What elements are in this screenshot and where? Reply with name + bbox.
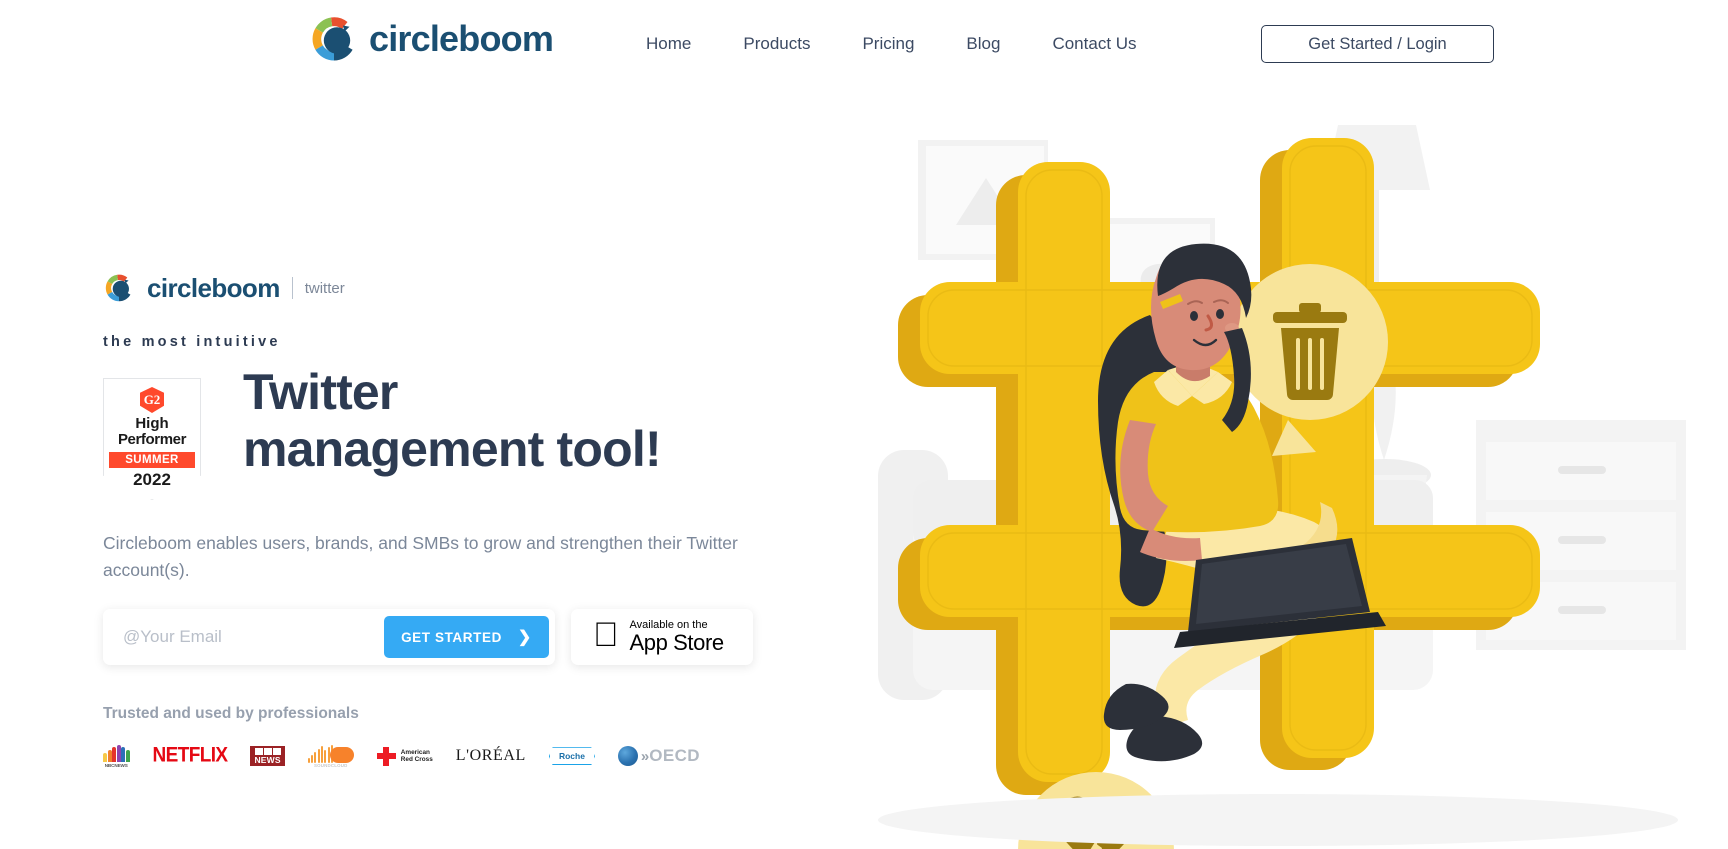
g2-badge-line1: High xyxy=(135,415,169,432)
logo-redcross-caption1: American xyxy=(400,749,430,757)
nav-item-home[interactable]: Home xyxy=(620,26,717,62)
nav-item-products[interactable]: Products xyxy=(717,26,836,62)
hero-illustration xyxy=(858,120,1728,849)
logo-roche-icon: Roche xyxy=(548,747,595,766)
get-started-login-button[interactable]: Get Started / Login xyxy=(1261,25,1494,63)
apple-icon:  xyxy=(593,618,619,652)
logo-soundcloud-icon: SOUNDCLOUD xyxy=(307,744,354,768)
circleboom-logo-icon xyxy=(308,13,360,65)
logo-loreal-icon: L'ORÉAL xyxy=(455,747,526,765)
nav-item-pricing[interactable]: Pricing xyxy=(836,26,940,62)
site-logo-text: circleboom xyxy=(369,18,554,59)
get-started-submit-button[interactable]: GET STARTED ❯ xyxy=(384,616,549,659)
brand-name-text: circleboom xyxy=(147,272,280,303)
oecd-arrows-icon: » xyxy=(640,747,650,765)
logo-oecd-icon: » OECD xyxy=(617,746,700,767)
logo-oecd-caption: OECD xyxy=(649,746,700,766)
g2-logo-icon: G2 xyxy=(140,387,164,413)
trusted-by-title: Trusted and used by professionals xyxy=(103,705,359,723)
signup-form: GET STARTED ❯  Available on the App Sto… xyxy=(103,609,843,666)
headline-line-2: management tool! xyxy=(243,420,662,477)
brand-product-text: twitter xyxy=(304,279,345,297)
logo-nbcnews-icon: NBCNEWS xyxy=(103,744,130,768)
g2-badge-year: 2022 xyxy=(133,469,171,489)
hero-eyebrow: the most intuitive xyxy=(103,334,281,350)
brand-divider xyxy=(291,277,293,299)
logo-bbcnews-icon: NEWS xyxy=(250,745,285,767)
app-store-badge[interactable]:  Available on the App Store xyxy=(571,609,753,666)
g2-high-performer-badge: G2 High Performer SUMMER 2022 xyxy=(103,378,201,500)
get-started-label: GET STARTED xyxy=(401,629,502,645)
app-store-big-text: App Store xyxy=(604,630,725,656)
circleboom-brand-icon xyxy=(103,272,135,304)
product-brand-lockup: circleboom twitter xyxy=(103,270,843,306)
headline-line-1: Twitter xyxy=(243,364,398,420)
site-header: circleboom Home Products Pricing Blog Co… xyxy=(0,0,1728,88)
site-logo[interactable]: circleboom xyxy=(308,13,554,65)
page-title: Twitter management tool! xyxy=(243,364,662,477)
main-navigation: Home Products Pricing Blog Contact Us xyxy=(620,0,1163,88)
g2-badge-season: SUMMER xyxy=(109,451,195,468)
logo-redcross-icon: American Red Cross xyxy=(376,746,433,766)
client-logo-strip: NBCNEWS NETFLIX NEWS SOUNDCLOUD American xyxy=(103,739,843,773)
logo-redcross-caption2: Red Cross xyxy=(400,756,433,764)
email-input-wrapper: GET STARTED ❯ xyxy=(103,609,555,666)
logo-nbcnews-caption: NBCNEWS xyxy=(104,762,128,768)
chevron-right-icon: ❯ xyxy=(517,629,532,647)
hero-description: Circleboom enables users, brands, and SM… xyxy=(103,533,738,580)
oecd-globe-icon xyxy=(617,746,638,767)
email-input[interactable] xyxy=(103,609,373,666)
logo-soundcloud-caption: SOUNDCLOUD xyxy=(314,762,348,768)
logo-netflix-icon: NETFLIX xyxy=(152,743,229,768)
nav-item-blog[interactable]: Blog xyxy=(940,26,1026,62)
logo-bbcnews-caption: NEWS xyxy=(254,754,281,765)
g2-badge-line2: Performer xyxy=(117,430,187,448)
nav-item-contact-us[interactable]: Contact Us xyxy=(1026,26,1162,62)
hero-content: circleboom twitter the most intuitive G2… xyxy=(103,270,843,773)
